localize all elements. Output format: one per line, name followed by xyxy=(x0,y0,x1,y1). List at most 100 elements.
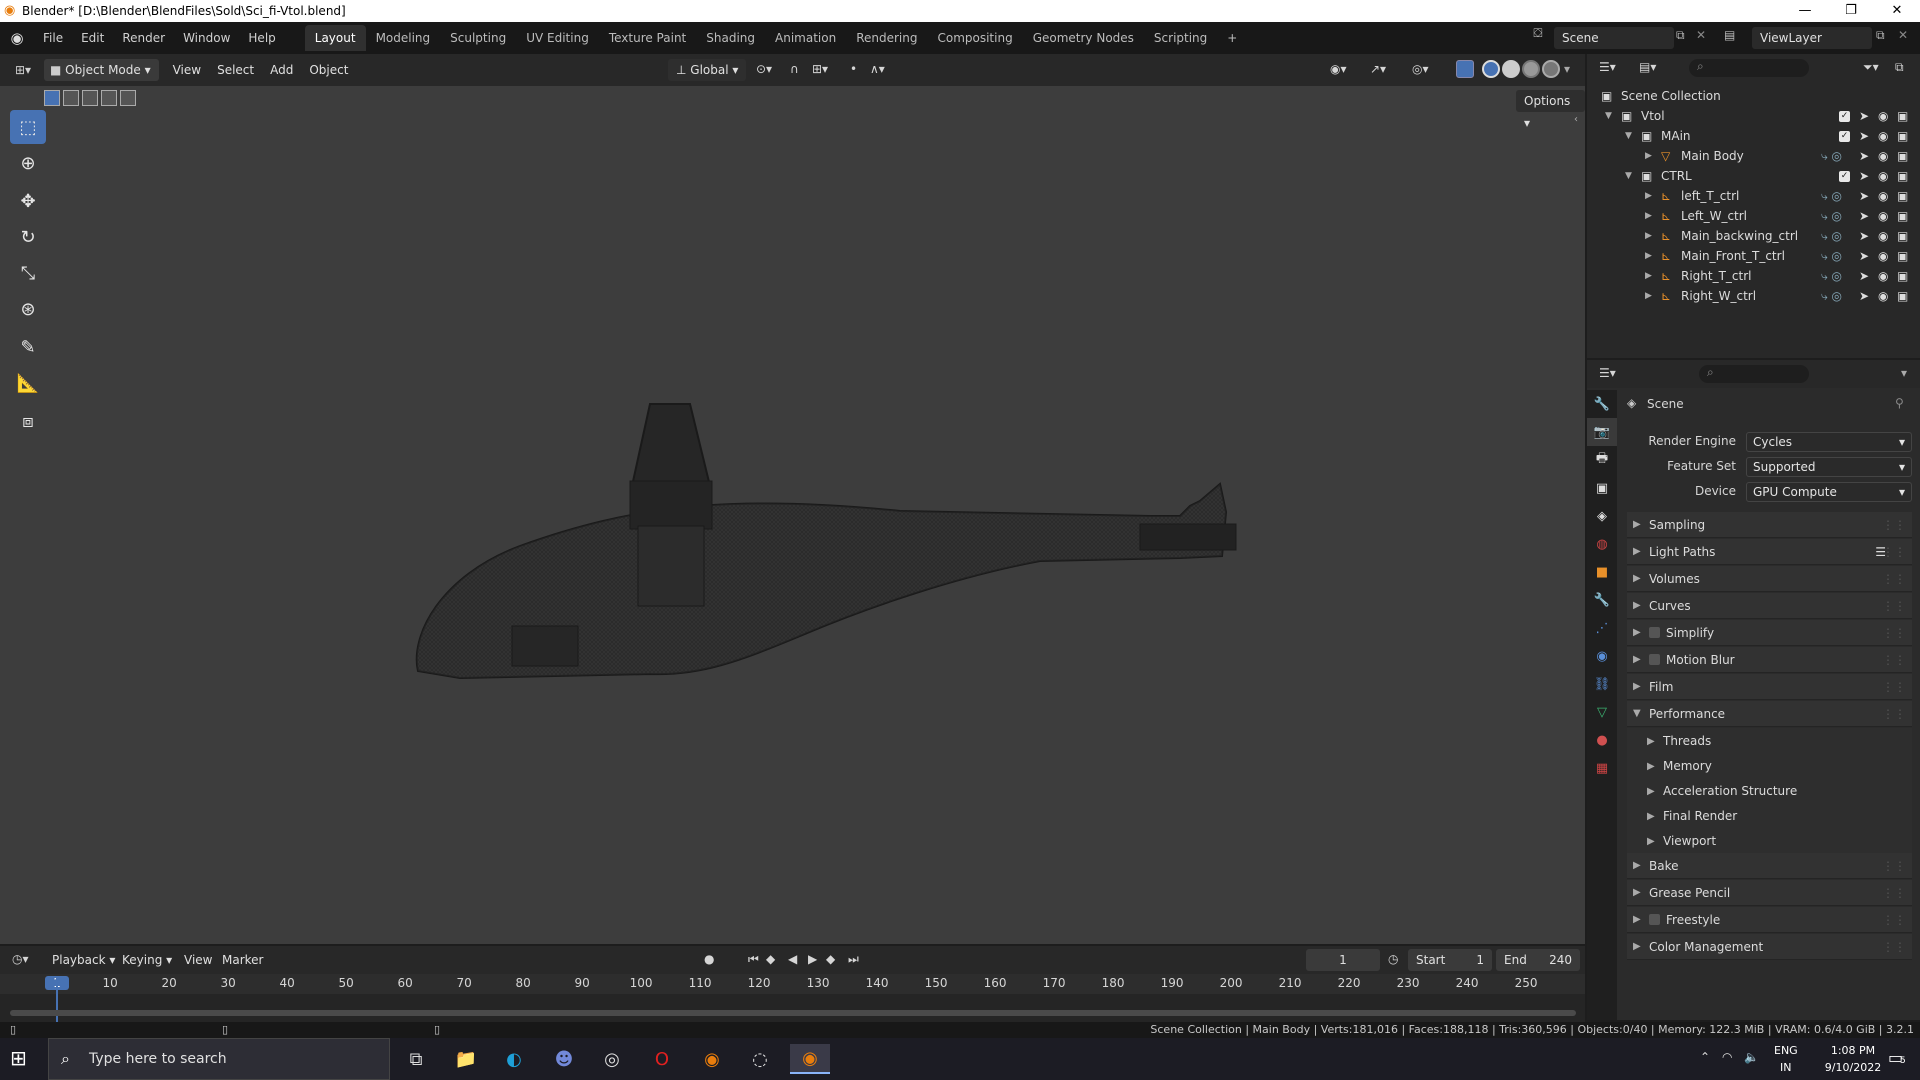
obs-icon[interactable]: ◌ xyxy=(740,1044,780,1074)
select-intersect-icon[interactable] xyxy=(120,90,136,106)
properties-editor-icon[interactable]: ☰▾ xyxy=(1599,366,1616,380)
transform-orientation-selector[interactable]: ⊥ Global ▾ xyxy=(668,59,747,81)
blender-active-taskbar-icon[interactable]: ◉ xyxy=(790,1044,830,1074)
tab-layout[interactable]: Layout xyxy=(304,25,366,51)
exclude-checkbox[interactable]: ✓ xyxy=(1839,170,1850,182)
drag-handle-icon[interactable]: ⋮⋮ xyxy=(1882,626,1906,640)
visibility-eye-icon[interactable]: ◉ xyxy=(1878,149,1888,163)
panel-grease-pencil[interactable]: ▶ Grease Pencil ⋮⋮ xyxy=(1627,880,1912,906)
tab-geometry-nodes[interactable]: Geometry Nodes xyxy=(1023,25,1144,51)
outliner-row[interactable]: ▼ ▣ Vtol ✓ ➤ ◉ ▣ xyxy=(1587,106,1920,126)
modifier-tab-icon[interactable]: 🔧 xyxy=(1587,586,1617,614)
rotate-tool-icon[interactable]: ↻ xyxy=(10,220,46,254)
panel-memory[interactable]: ▶ Memory xyxy=(1627,753,1912,779)
annotate-tool-icon[interactable]: ✎ xyxy=(10,330,46,364)
outliner-row[interactable]: ▶ ▽ Main Body ⤷ ◎ ➤ ◉ ▣ xyxy=(1587,146,1920,166)
material-shading-icon[interactable] xyxy=(1522,60,1540,78)
modifier-icon[interactable]: ⤷ ◎ xyxy=(1821,229,1842,244)
visibility-eye-icon[interactable]: ◉ xyxy=(1878,269,1888,283)
selectable-toggle-icon[interactable]: ➤ xyxy=(1859,169,1869,183)
play-reverse-icon[interactable]: ◀ xyxy=(788,952,797,966)
drag-handle-icon[interactable]: ⋮⋮ xyxy=(1882,572,1906,586)
auto-keying-icon[interactable]: ● xyxy=(704,952,714,966)
menu-file[interactable]: File xyxy=(34,26,72,50)
drag-handle-icon[interactable]: ⋮⋮ xyxy=(1882,599,1906,613)
tray-chevron-icon[interactable]: ⌃ xyxy=(1700,1050,1710,1064)
selectable-toggle-icon[interactable]: ➤ xyxy=(1859,249,1869,263)
prev-keyframe-icon[interactable]: ◆ xyxy=(766,952,775,966)
scene-tab-icon[interactable]: ◈ xyxy=(1587,502,1617,530)
drag-handle-icon[interactable]: ⋮⋮ xyxy=(1882,886,1906,900)
render-camera-icon[interactable]: ▣ xyxy=(1897,289,1908,303)
rendered-shading-icon[interactable] xyxy=(1542,60,1560,78)
delete-scene-icon[interactable]: ✕ xyxy=(1696,28,1706,42)
windows-start-icon[interactable]: ⊞ xyxy=(10,1046,27,1070)
panel-final-render[interactable]: ▶ Final Render xyxy=(1627,803,1912,829)
add-workspace-button[interactable]: + xyxy=(1217,25,1247,51)
panel-performance[interactable]: ▼ Performance ⋮⋮ xyxy=(1627,701,1912,727)
falloff-icon[interactable]: ∧▾ xyxy=(870,62,885,76)
wireframe-shading-icon[interactable] xyxy=(1482,60,1500,78)
input-region[interactable]: IN xyxy=(1780,1061,1791,1074)
expand-arrow-icon[interactable]: ▶ xyxy=(1645,151,1652,161)
volume-icon[interactable]: 🔈 xyxy=(1744,1050,1759,1064)
mode-selector[interactable]: ■ Object Mode ▾ xyxy=(44,59,159,81)
selectable-toggle-icon[interactable]: ➤ xyxy=(1859,209,1869,223)
timeline-scrollbar[interactable] xyxy=(10,1010,1576,1016)
move-tool-icon[interactable]: ✥ xyxy=(10,184,46,218)
device-select[interactable]: GPU Compute ▾ xyxy=(1746,482,1912,502)
add-cube-tool-icon[interactable]: ⧈ xyxy=(10,404,46,438)
render-camera-icon[interactable]: ▣ xyxy=(1897,129,1908,143)
feature-set-select[interactable]: Supported ▾ xyxy=(1746,457,1912,477)
modifier-icon[interactable]: ⤷ ◎ xyxy=(1821,269,1842,284)
render-tab-icon[interactable]: 📷 xyxy=(1587,418,1617,446)
drag-handle-icon[interactable]: ⋮⋮ xyxy=(1882,940,1906,954)
visibility-eye-icon[interactable]: ◉ xyxy=(1878,249,1888,263)
selectable-toggle-icon[interactable]: ➤ xyxy=(1859,109,1869,123)
modifier-icon[interactable]: ⤷ ◎ xyxy=(1821,249,1842,264)
menu-keying[interactable]: Keying ▾ xyxy=(114,949,180,971)
scale-tool-icon[interactable]: ⤡ xyxy=(10,256,46,290)
display-mode-icon[interactable]: ▤▾ xyxy=(1639,60,1656,74)
delete-view-layer-icon[interactable]: ✕ xyxy=(1898,28,1908,42)
render-camera-icon[interactable]: ▣ xyxy=(1897,249,1908,263)
exclude-checkbox[interactable]: ✓ xyxy=(1839,130,1850,142)
expand-arrow-icon[interactable]: ▶ xyxy=(1645,211,1652,221)
transform-tool-icon[interactable]: ⊛ xyxy=(10,292,46,326)
constraints-tab-icon[interactable]: ⛓ xyxy=(1587,670,1617,698)
render-camera-icon[interactable]: ▣ xyxy=(1897,149,1908,163)
wifi-icon[interactable]: ◠ xyxy=(1722,1050,1732,1064)
options-button[interactable]: Options ▾ xyxy=(1516,90,1585,130)
outliner-root-row[interactable]: ▣ Scene Collection xyxy=(1587,86,1920,106)
select-extend-icon[interactable] xyxy=(63,90,79,106)
tab-uv-editing[interactable]: UV Editing xyxy=(516,25,599,51)
particles-tab-icon[interactable]: ⋰ xyxy=(1587,614,1617,642)
minimize-icon[interactable]: — xyxy=(1782,0,1828,22)
object-tab-icon[interactable]: ■ xyxy=(1587,558,1617,586)
expand-arrow-icon[interactable]: ▶ xyxy=(1645,231,1652,241)
tab-texture-paint[interactable]: Texture Paint xyxy=(599,25,696,51)
edge-browser-icon[interactable]: ◐ xyxy=(494,1044,534,1074)
overlay-icon[interactable]: ◎▾ xyxy=(1412,62,1429,76)
tab-animation[interactable]: Animation xyxy=(765,25,846,51)
discord-icon[interactable]: ☻ xyxy=(544,1044,584,1074)
select-invert-icon[interactable] xyxy=(101,90,117,106)
scene-icon[interactable]: ⛋ xyxy=(1526,26,1550,41)
panel-color-management[interactable]: ▶ Color Management ⋮⋮ xyxy=(1627,934,1912,960)
selectable-toggle-icon[interactable]: ➤ xyxy=(1859,129,1869,143)
expand-arrow-icon[interactable]: ▶ xyxy=(1645,251,1652,261)
app-icon[interactable]: ◎ xyxy=(592,1044,632,1074)
play-icon[interactable]: ▶ xyxy=(808,952,817,966)
select-new-icon[interactable] xyxy=(44,90,60,106)
tab-compositing[interactable]: Compositing xyxy=(927,25,1022,51)
expand-arrow-icon[interactable]: ▶ xyxy=(1645,191,1652,201)
visibility-eye-icon[interactable]: ◉ xyxy=(1878,189,1888,203)
menu-add[interactable]: Add xyxy=(262,59,301,81)
xray-toggle-icon[interactable] xyxy=(1456,60,1474,78)
panel-light-paths[interactable]: ▶ Light Paths ☰ ⋮⋮ xyxy=(1627,539,1912,565)
drag-handle-icon[interactable]: ⋮⋮ xyxy=(1882,913,1906,927)
collapse-arrow-icon[interactable]: ▼ xyxy=(1625,131,1632,141)
tab-rendering[interactable]: Rendering xyxy=(846,25,927,51)
modifier-icon[interactable]: ⤷ ◎ xyxy=(1821,289,1842,304)
render-camera-icon[interactable]: ▣ xyxy=(1897,109,1908,123)
